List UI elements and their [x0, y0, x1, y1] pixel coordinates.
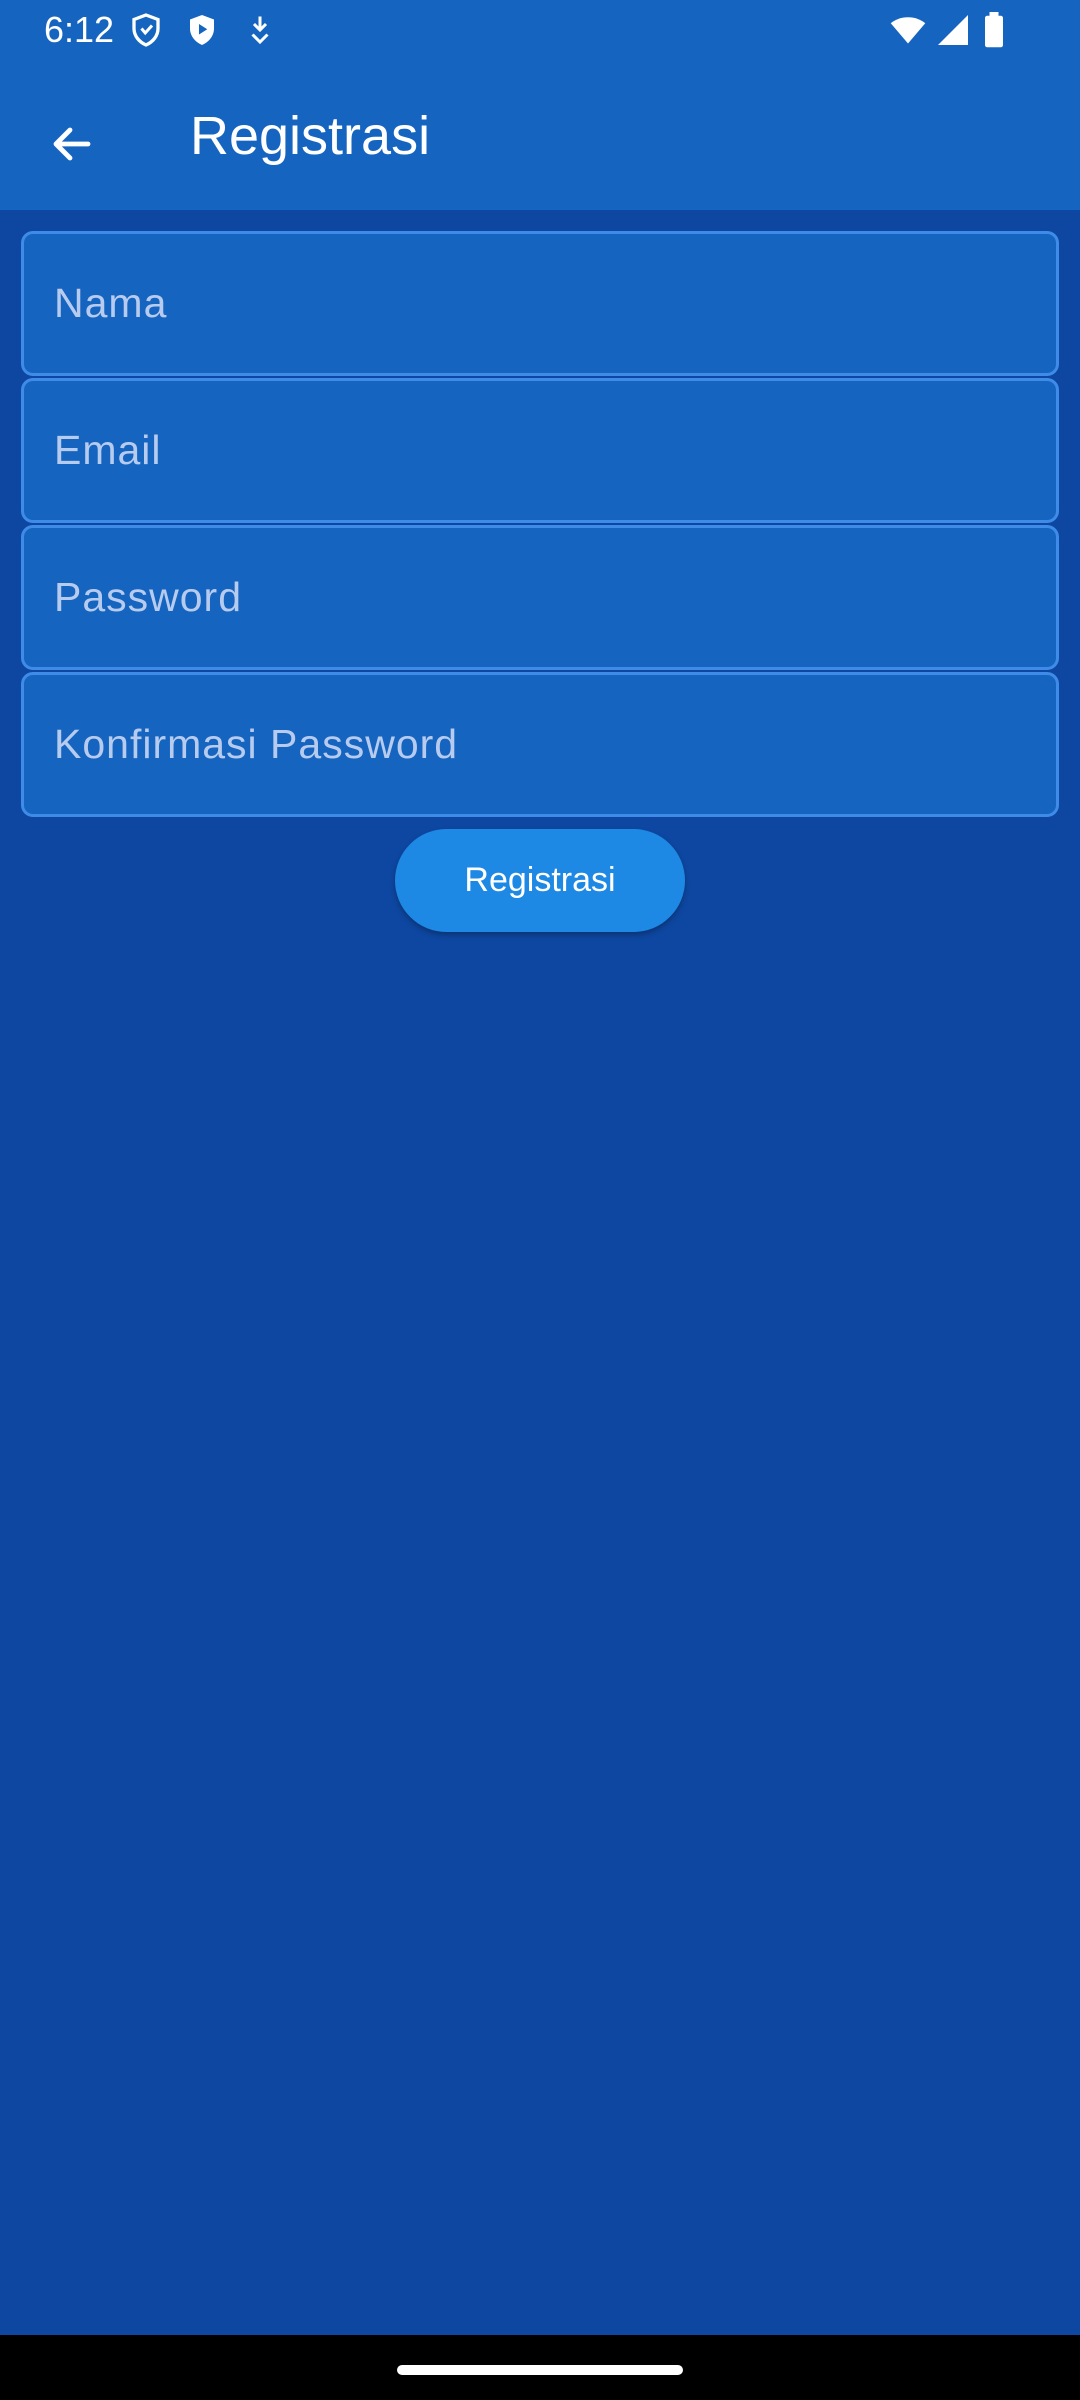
navigation-bar	[0, 2335, 1080, 2400]
arrow-back-icon	[53, 127, 91, 161]
register-button[interactable]: Registrasi	[395, 829, 685, 932]
back-button[interactable]	[30, 102, 114, 186]
status-time: 6:12	[44, 9, 115, 50]
play-protect-icon	[184, 12, 220, 48]
submit-row: Registrasi	[0, 829, 1080, 932]
confirm-password-field[interactable]	[21, 672, 1059, 817]
name-field[interactable]	[21, 231, 1059, 376]
download-icon	[242, 12, 278, 48]
password-input[interactable]	[24, 528, 1056, 667]
home-indicator[interactable]	[397, 2365, 683, 2375]
email-input[interactable]	[24, 381, 1056, 520]
confirm-password-input[interactable]	[24, 675, 1056, 814]
wifi-icon	[888, 12, 928, 48]
shield-icon	[128, 12, 164, 48]
status-bar: 6:12	[0, 0, 1080, 60]
battery-icon	[982, 12, 1006, 48]
app-bar: Registrasi	[0, 60, 1080, 210]
email-field[interactable]	[21, 378, 1059, 523]
registration-screen: 6:12 Registrasi Nama Email Registrasi	[0, 0, 1080, 2400]
name-input[interactable]	[24, 234, 1056, 373]
signal-icon	[934, 12, 972, 48]
password-field[interactable]	[21, 525, 1059, 670]
registration-form	[21, 231, 1059, 819]
page-title: Registrasi	[190, 106, 431, 166]
